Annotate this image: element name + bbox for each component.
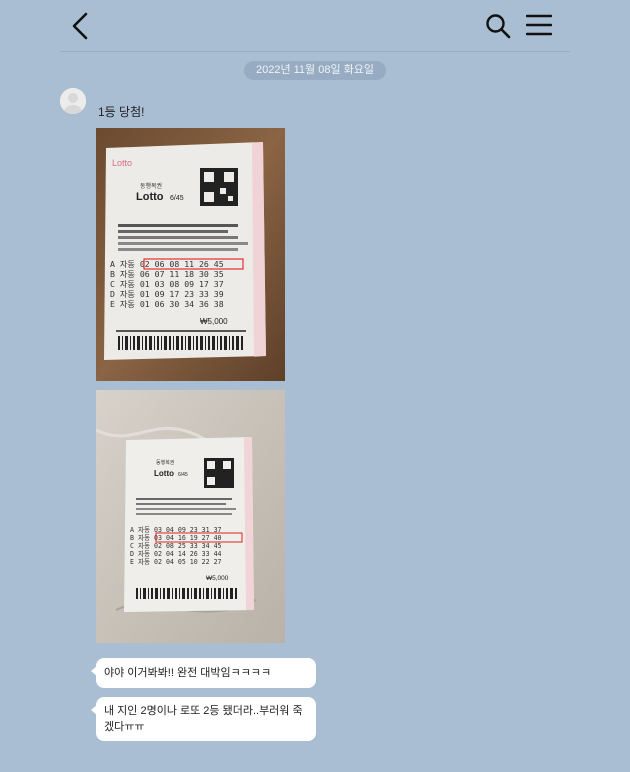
ticket-row: D 자동 02 04 14 26 33 44 xyxy=(130,549,222,558)
default-avatar-icon xyxy=(60,88,86,114)
ticket-brand: Lotto xyxy=(136,191,164,203)
ticket-row: C 자동 01 03 08 09 17 37 xyxy=(110,279,224,289)
lotto-ticket-photo[interactable]: 동행복권 Lotto 6/45 A 자동 03 04 09 23 31 37 B… xyxy=(96,390,285,643)
top-bar xyxy=(0,0,630,52)
lotto-ticket-image: Lotto 동행복권 Lotto 6/45 A 자동 02 06 08 11 2… xyxy=(96,128,285,381)
ticket-row: B 자동 03 04 16 19 27 40 xyxy=(130,533,222,542)
chat-bubble[interactable]: 야야 이거봐봐!! 완전 대박임ㅋㅋㅋㅋ xyxy=(91,658,316,688)
ticket-sub-brand: 6/45 xyxy=(170,195,184,202)
menu-button[interactable] xyxy=(525,13,553,37)
lotto-ticket-image: 동행복권 Lotto 6/45 A 자동 03 04 09 23 31 37 B… xyxy=(96,390,285,643)
back-button[interactable] xyxy=(66,10,96,42)
ticket-brand: Lotto xyxy=(154,469,174,478)
search-icon xyxy=(486,14,511,39)
header-divider xyxy=(60,51,570,52)
avatar[interactable] xyxy=(60,88,86,114)
message-text: 1등 당첨! xyxy=(98,105,145,119)
search-button[interactable] xyxy=(484,12,512,40)
ticket-sub-brand: 6/45 xyxy=(178,472,188,478)
chevron-left-icon xyxy=(72,12,88,40)
ticket-amount: ₩5,000 xyxy=(206,575,229,582)
ticket-issuer: 동행복권 xyxy=(156,459,175,466)
date-separator: 2022년 11월 08일 화요일 xyxy=(244,61,386,80)
ticket-amount: ₩5,000 xyxy=(200,317,228,326)
ticket-brand-small: Lotto xyxy=(112,158,132,168)
hamburger-menu-icon xyxy=(525,14,553,36)
ticket-row: E 자동 02 04 05 10 22 27 xyxy=(130,557,222,566)
lotto-ticket-photo[interactable]: Lotto 동행복권 Lotto 6/45 A 자동 02 06 08 11 2… xyxy=(96,128,285,381)
ticket-row: B 자동 06 07 11 18 30 35 xyxy=(110,269,224,279)
ticket-issuer: 동행복권 xyxy=(140,182,162,190)
ticket-row: A 자동 02 06 08 11 26 45 xyxy=(110,259,224,269)
ticket-row: D 자동 01 09 17 23 33 39 xyxy=(110,289,224,299)
ticket-row: E 자동 01 06 30 34 36 38 xyxy=(110,299,224,309)
chat-bubble[interactable]: 내 지인 2명이나 로또 2등 됐더라..부러워 죽겠다ㅠㅠ xyxy=(91,697,316,741)
